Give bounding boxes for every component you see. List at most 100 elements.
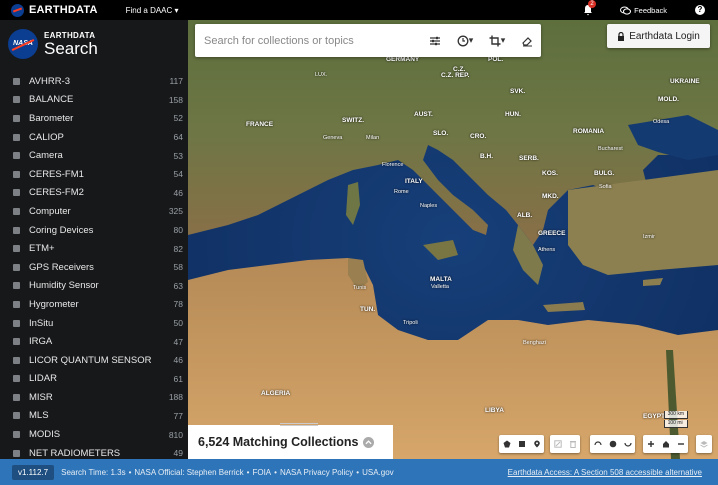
facet-label: ETM+ xyxy=(29,243,55,255)
clear-filters-button[interactable] xyxy=(513,24,541,57)
map-place-label: CRO. xyxy=(470,133,487,140)
foia-link[interactable]: FOIA xyxy=(252,468,271,477)
facet-checkbox[interactable] xyxy=(13,300,20,308)
logo-title: Search xyxy=(44,39,98,58)
facet-item[interactable]: MLS 77 xyxy=(0,407,188,426)
nasa-logo-icon: NASA xyxy=(8,29,38,59)
facet-item[interactable]: GPS Receivers 58 xyxy=(0,258,188,277)
facet-item[interactable]: CERES-FM2 46 xyxy=(0,184,188,203)
facet-checkbox[interactable] xyxy=(13,114,20,122)
chevron-up-icon[interactable] xyxy=(363,436,375,448)
map-place-label: SVK. xyxy=(510,88,526,95)
projection-antarctic-button[interactable] xyxy=(620,435,635,453)
facet-checkbox[interactable] xyxy=(13,282,20,290)
notifications-button[interactable]: 2 xyxy=(582,0,597,16)
facet-item[interactable]: NET RADIOMETERS 49 xyxy=(0,444,188,459)
projection-geographic-button[interactable] xyxy=(605,435,620,453)
facet-checkbox[interactable] xyxy=(13,263,20,271)
facet-item[interactable]: ETM+ 82 xyxy=(0,239,188,258)
facet-item[interactable]: BALANCE 158 xyxy=(0,91,188,110)
facet-item[interactable]: InSitu 50 xyxy=(0,314,188,333)
facet-item[interactable]: CALIOP 64 xyxy=(0,128,188,147)
facet-checkbox[interactable] xyxy=(13,96,20,104)
facet-checkbox[interactable] xyxy=(13,189,20,197)
facet-checkbox[interactable] xyxy=(13,226,20,234)
instrument-facet-list: AVHRR-3 117 BALANCE 158 Barometer 52 CALIOP 64 C… xyxy=(0,72,188,459)
facet-checkbox[interactable] xyxy=(13,431,20,439)
facet-item[interactable]: Camera 53 xyxy=(0,146,188,165)
temporal-filter-button[interactable]: ▾ xyxy=(449,24,481,57)
advanced-search-button[interactable] xyxy=(421,24,449,57)
facet-item[interactable]: Coring Devices 80 xyxy=(0,221,188,240)
feedback-button[interactable]: Feedback xyxy=(620,6,667,15)
facet-checkbox[interactable] xyxy=(13,152,20,160)
map-view[interactable]: GERMANY C.Z. POL. LUX. C.Z. REP. UKRAINE MOLD.… xyxy=(188,20,718,459)
spatial-filter-button[interactable]: ▾ xyxy=(481,24,513,57)
facet-label: BALANCE xyxy=(29,94,74,106)
facet-checkbox[interactable] xyxy=(13,133,20,141)
nasa-mini-logo-icon[interactable] xyxy=(11,3,24,17)
facet-item[interactable]: MISR 188 xyxy=(0,388,188,407)
chevron-down-icon: ▾ xyxy=(500,35,506,45)
facet-checkbox[interactable] xyxy=(13,207,20,215)
zoom-in-button[interactable] xyxy=(643,435,658,453)
facet-checkbox[interactable] xyxy=(13,375,20,383)
facet-checkbox[interactable] xyxy=(13,449,20,457)
map-place-label: Rome xyxy=(394,189,409,195)
facet-item[interactable]: AVHRR-3 117 xyxy=(0,72,188,91)
facet-item[interactable]: Hygrometer 78 xyxy=(0,295,188,314)
map-place-label: ITALY xyxy=(405,178,423,185)
facet-count: 58 xyxy=(173,262,183,273)
facet-checkbox[interactable] xyxy=(13,319,20,327)
chevron-down-icon: ▾ xyxy=(174,5,179,15)
scale-km: 300 km xyxy=(663,411,688,419)
arc-arrow-icon xyxy=(593,441,602,446)
earthdata-search-logo[interactable]: NASA EARTHDATA Search xyxy=(0,20,188,68)
map-place-label: Sofia xyxy=(599,184,612,190)
facet-item[interactable]: Computer 325 xyxy=(0,202,188,221)
draw-rectangle-tool[interactable] xyxy=(514,435,529,453)
facet-item[interactable]: Humidity Sensor 63 xyxy=(0,277,188,296)
map-layers-button[interactable] xyxy=(696,435,711,453)
map-place-label: Tripoli xyxy=(403,320,418,326)
facet-item[interactable]: LIDAR 61 xyxy=(0,370,188,389)
facet-checkbox[interactable] xyxy=(13,412,20,420)
facet-checkbox[interactable] xyxy=(13,356,20,364)
facet-item[interactable]: IRGA 47 xyxy=(0,332,188,351)
matching-collections-panel[interactable]: 6,524 Matching Collections xyxy=(188,423,393,459)
search-input[interactable] xyxy=(195,34,421,47)
usagov-link[interactable]: USA.gov xyxy=(362,468,394,477)
facet-label: CERES-FM2 xyxy=(29,187,84,199)
draw-point-tool[interactable] xyxy=(529,435,544,453)
facet-checkbox[interactable] xyxy=(13,77,20,85)
facet-item[interactable]: LICOR QUANTUM SENSOR 46 xyxy=(0,351,188,370)
privacy-policy-link[interactable]: NASA Privacy Policy xyxy=(280,468,353,477)
earthdata-login-button[interactable]: Earthdata Login xyxy=(607,24,710,48)
top-bar: EARTHDATA Find a DAAC ▾ 2 Feedback ? xyxy=(0,0,718,20)
facet-checkbox[interactable] xyxy=(13,245,20,253)
facet-label: Camera xyxy=(29,150,63,162)
help-icon[interactable]: ? xyxy=(695,5,705,15)
facet-item[interactable]: Barometer 52 xyxy=(0,109,188,128)
zoom-out-button[interactable] xyxy=(673,435,688,453)
search-time: Search Time: 1.3s xyxy=(61,467,126,477)
projection-arctic-button[interactable] xyxy=(590,435,605,453)
facet-checkbox[interactable] xyxy=(13,338,20,346)
facet-checkbox[interactable] xyxy=(13,393,20,401)
facet-item[interactable]: CERES-FM1 54 xyxy=(0,165,188,184)
find-daac-menu[interactable]: Find a DAAC ▾ xyxy=(126,6,179,15)
zoom-home-button[interactable] xyxy=(658,435,673,453)
facet-item[interactable]: MODIS 810 xyxy=(0,425,188,444)
draw-polygon-tool[interactable] xyxy=(499,435,514,453)
edit-shape-tool[interactable] xyxy=(550,435,565,453)
facet-label: AVHRR-3 xyxy=(29,75,70,87)
crop-icon xyxy=(489,35,501,46)
login-label: Earthdata Login xyxy=(629,30,700,42)
map-place-label: ROMANIA xyxy=(573,128,605,135)
facet-checkbox[interactable] xyxy=(13,170,20,178)
delete-shape-tool[interactable] xyxy=(565,435,580,453)
accessibility-link[interactable]: Earthdata Access: A Section 508 accessib… xyxy=(508,468,702,477)
earthdata-brand-link[interactable]: EARTHDATA xyxy=(29,4,98,16)
map-place-label: POL. xyxy=(488,56,504,63)
panel-resize-handle[interactable] xyxy=(280,423,318,426)
